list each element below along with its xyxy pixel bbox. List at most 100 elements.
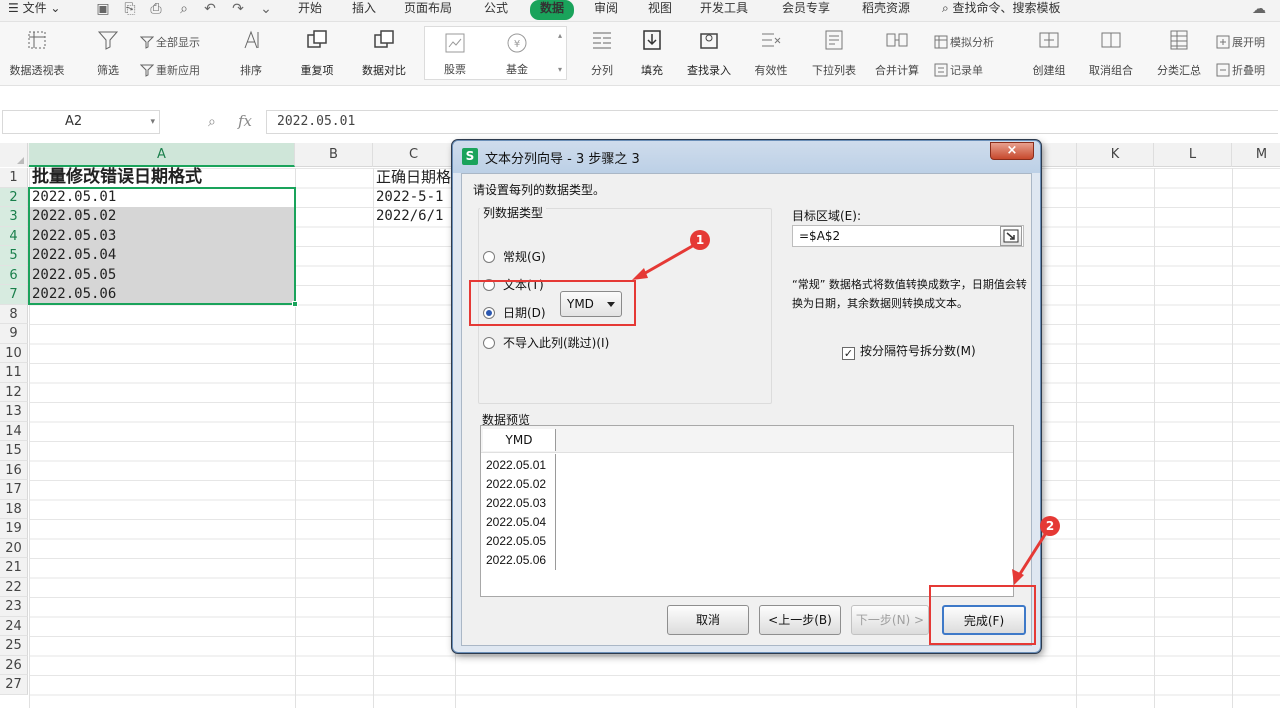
row-header[interactable]: 16 — [0, 460, 28, 480]
duplicates-button[interactable]: 重复项 — [290, 28, 344, 78]
tab-developer[interactable]: 开发工具 — [700, 0, 748, 20]
undo-icon[interactable]: ↶ — [202, 1, 218, 17]
cancel-button[interactable]: 取消 — [667, 605, 749, 635]
menu-file[interactable]: ☰ 文件 ⌄ — [8, 0, 60, 20]
row-header[interactable]: 7 — [0, 285, 28, 305]
print-icon[interactable]: ⎙ — [148, 1, 164, 17]
fx-icon[interactable]: fx — [238, 112, 252, 130]
split-column-button[interactable]: 分列 — [582, 28, 622, 78]
validity-button[interactable]: 有效性 — [744, 28, 798, 78]
tab-view[interactable]: 视图 — [648, 0, 672, 20]
row-header[interactable]: 27 — [0, 675, 28, 695]
back-button[interactable]: <上一步(B) — [759, 605, 841, 635]
collapse-detail-button[interactable]: 折叠明 — [1216, 62, 1265, 78]
row-header[interactable]: 1 — [0, 168, 28, 188]
zoom-icon[interactable]: ⌕ — [208, 114, 216, 130]
row-header[interactable]: 13 — [0, 402, 28, 422]
tab-docer[interactable]: 稻壳资源 — [862, 0, 910, 20]
row-header[interactable]: 17 — [0, 480, 28, 500]
name-box[interactable]: A2 ▾ — [2, 110, 160, 134]
row-header[interactable]: 8 — [0, 304, 28, 324]
ungroup-button[interactable]: 取消组合 — [1080, 28, 1142, 78]
subtotal-button[interactable]: 分类汇总 — [1152, 28, 1206, 78]
data-preview-panel[interactable]: YMD 2022.05.01 2022.05.02 2022.05.03 202… — [480, 425, 1014, 597]
row-header[interactable]: 24 — [0, 616, 28, 636]
consolidate-button[interactable]: 合并计算 — [870, 28, 924, 78]
fill-handle[interactable] — [292, 301, 298, 307]
preview-column-header[interactable]: YMD — [483, 429, 556, 451]
radio-skip-column[interactable]: 不导入此列(跳过)(I) — [483, 334, 609, 351]
cell-c2[interactable]: 2022-5-1 — [373, 188, 443, 208]
reapply-button[interactable]: 重新应用 — [139, 62, 200, 78]
cloud-icon[interactable]: ☁ — [1244, 1, 1274, 17]
column-header-m[interactable]: M — [1232, 143, 1280, 167]
record-form-button[interactable]: 记录单 — [934, 62, 983, 78]
stock-button[interactable]: 股票 — [435, 31, 475, 77]
column-header-c[interactable]: C — [373, 143, 455, 167]
tab-review[interactable]: 审阅 — [594, 0, 618, 20]
expand-detail-button[interactable]: 展开明 — [1216, 34, 1265, 50]
pivot-table-button[interactable]: 数据透视表 — [4, 28, 70, 78]
row-header[interactable]: 15 — [0, 441, 28, 461]
row-header[interactable]: 10 — [0, 343, 28, 363]
fund-button[interactable]: ¥ 基金 — [497, 31, 537, 77]
row-header[interactable]: 3 — [0, 207, 28, 227]
row-header[interactable]: 21 — [0, 558, 28, 578]
row-header[interactable]: 5 — [0, 246, 28, 266]
save-icon[interactable]: ▣ — [95, 1, 111, 17]
tab-insert[interactable]: 插入 — [352, 0, 376, 20]
column-header-b[interactable]: B — [295, 143, 373, 167]
row-header[interactable]: 23 — [0, 597, 28, 617]
gallery-down-icon[interactable]: ▾ — [558, 65, 562, 74]
radio-general[interactable]: 常规(G) — [483, 248, 546, 265]
row-header[interactable]: 18 — [0, 499, 28, 519]
fill-button[interactable]: 填充 — [632, 28, 672, 78]
data-compare-button[interactable]: 数据对比 — [354, 28, 414, 78]
row-header[interactable]: 4 — [0, 226, 28, 246]
row-header[interactable]: 12 — [0, 382, 28, 402]
row-header[interactable]: 9 — [0, 324, 28, 344]
tab-member[interactable]: 会员专享 — [782, 0, 830, 20]
row-header[interactable]: 25 — [0, 636, 28, 656]
qat-more-icon[interactable]: ⌄ — [258, 1, 274, 17]
column-header-l[interactable]: L — [1154, 143, 1232, 167]
column-header-a[interactable]: A — [29, 143, 295, 167]
cell-c1[interactable]: 正确日期格 — [373, 168, 451, 188]
command-search[interactable]: ⌕ 查找命令、搜索模板 — [942, 0, 1061, 20]
redo-icon[interactable]: ↷ — [230, 1, 246, 17]
row-header[interactable]: 20 — [0, 538, 28, 558]
filter-button[interactable]: 筛选 — [88, 28, 128, 78]
export-icon[interactable]: ⎘ — [122, 1, 138, 17]
select-all-corner[interactable] — [0, 143, 28, 167]
next-button[interactable]: 下一步(N) > — [851, 605, 929, 635]
separator-checkbox[interactable]: ✓ 按分隔符号拆分数(M) — [842, 342, 976, 360]
dialog-title-bar[interactable]: S 文本分列向导 - 3 步骤之 3 × — [453, 141, 1040, 173]
row-header[interactable]: 11 — [0, 363, 28, 383]
dropdown-list-button[interactable]: 下拉列表 — [806, 28, 862, 78]
cell-a1[interactable]: 批量修改错误日期格式 — [29, 167, 295, 188]
row-header[interactable]: 2 — [0, 187, 28, 207]
tab-home[interactable]: 开始 — [298, 0, 322, 20]
row-header[interactable]: 22 — [0, 577, 28, 597]
row-header[interactable]: 19 — [0, 519, 28, 539]
target-area-input[interactable]: =$A$2 — [792, 225, 1024, 247]
gallery-up-icon[interactable]: ▴ — [558, 31, 562, 40]
what-if-analysis-button[interactable]: 模拟分析 — [934, 34, 994, 50]
close-button[interactable]: × — [990, 142, 1034, 160]
lookup-entry-button[interactable]: 查找录入 — [680, 28, 738, 78]
show-all-button[interactable]: 全部显示 — [139, 34, 200, 50]
column-header-k[interactable]: K — [1076, 143, 1154, 167]
cell-c3[interactable]: 2022/6/1 — [373, 207, 443, 227]
tab-data[interactable]: 数据 — [530, 0, 575, 20]
row-header[interactable]: 6 — [0, 265, 28, 285]
tab-page-layout[interactable]: 页面布局 — [404, 0, 452, 20]
range-picker-button[interactable] — [1000, 226, 1022, 246]
formula-input[interactable]: 2022.05.01 — [266, 110, 1278, 134]
row-header[interactable]: 14 — [0, 421, 28, 441]
sort-button[interactable]: 排序 — [230, 28, 272, 78]
name-box-dropdown-icon[interactable]: ▾ — [150, 111, 155, 133]
tab-formulas[interactable]: 公式 — [484, 0, 508, 20]
create-group-button[interactable]: 创建组 — [1028, 28, 1070, 78]
row-header[interactable]: 26 — [0, 655, 28, 675]
preview-icon[interactable]: ⌕ — [176, 1, 192, 17]
